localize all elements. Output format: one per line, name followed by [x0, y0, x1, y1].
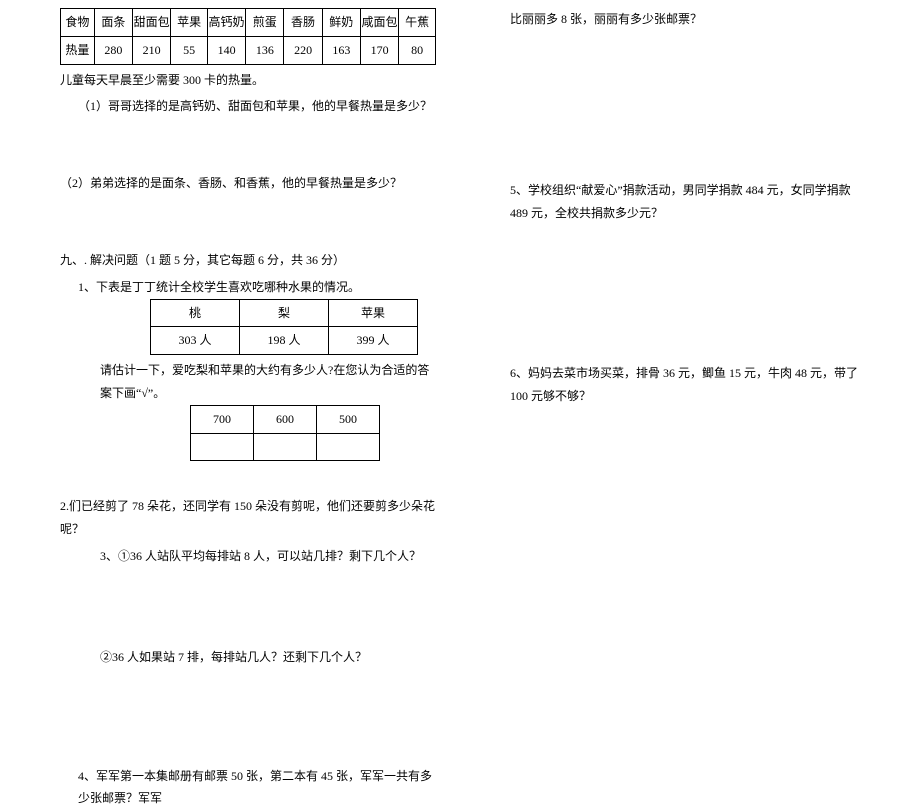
- question-4: 4、军军第一本集邮册有邮票 50 张，第二本有 45 张，军军一共有多少张邮票？…: [60, 765, 436, 810]
- estimate-table: 700 600 500: [190, 405, 380, 462]
- food-row-label: 食物: [61, 9, 95, 37]
- estimate-blank: [191, 433, 254, 461]
- food-item: 高钙奶: [207, 9, 245, 37]
- heat-value: 163: [322, 36, 360, 64]
- question-5: 5、学校组织“献爱心”捐款活动，男同学捐款 484 元，女同学捐款 489 元，…: [510, 179, 870, 225]
- heat-value: 136: [246, 36, 284, 64]
- fruit-header: 桃: [151, 299, 240, 327]
- fruit-value: 198 人: [240, 327, 329, 355]
- estimate-blank: [317, 433, 380, 461]
- question-1-intro: 1、下表是丁丁统计全校学生喜欢吃哪种水果的情况。: [60, 276, 436, 299]
- food-item: 面条: [94, 9, 132, 37]
- fruit-value: 303 人: [151, 327, 240, 355]
- question-3a: 3、①36 人站队平均每排站 8 人，可以站几排？剩下几个人？: [60, 545, 436, 568]
- question-4-cont: 比丽丽多 8 张，丽丽有多少张邮票？: [510, 8, 870, 31]
- fruit-header: 梨: [240, 299, 329, 327]
- fruit-value: 399 人: [329, 327, 418, 355]
- heat-row-label: 热量: [61, 36, 95, 64]
- food-item: 甜面包: [132, 9, 170, 37]
- heat-value: 170: [360, 36, 398, 64]
- food-item: 煎蛋: [246, 9, 284, 37]
- question-1-estimate-prompt: 请估计一下，爱吃梨和苹果的大约有多少人?在您认为合适的答案下画“√”。: [60, 359, 436, 405]
- heat-value: 220: [284, 36, 322, 64]
- estimate-blank: [254, 433, 317, 461]
- food-item: 鲜奶: [322, 9, 360, 37]
- estimate-option: 600: [254, 405, 317, 433]
- heat-value: 55: [171, 36, 208, 64]
- heat-value: 140: [207, 36, 245, 64]
- question-3b: ②36 人如果站 7 排，每排站几人？还剩下几个人？: [60, 646, 436, 669]
- food-item: 午蕉: [399, 9, 436, 37]
- question-a2: （2）弟弟选择的是面条、香肠、和香蕉，他的早餐热量是多少？: [60, 172, 436, 195]
- daily-need-text: 儿童每天早晨至少需要 300 卡的热量。: [60, 69, 436, 92]
- estimate-option: 500: [317, 405, 380, 433]
- question-a1: （1）哥哥选择的是高钙奶、甜面包和苹果，他的早餐热量是多少？: [60, 95, 436, 118]
- food-item: 香肠: [284, 9, 322, 37]
- estimate-option: 700: [191, 405, 254, 433]
- fruit-header: 苹果: [329, 299, 418, 327]
- fruit-table: 桃 梨 苹果 303 人 198 人 399 人: [150, 299, 418, 356]
- heat-value: 210: [132, 36, 170, 64]
- food-item: 苹果: [171, 9, 208, 37]
- question-2: 2.们已经剪了 78 朵花，还同学有 150 朵没有剪呢，他们还要剪多少朵花呢？: [60, 495, 436, 541]
- question-6: 6、妈妈去菜市场买菜，排骨 36 元，鲫鱼 15 元，牛肉 48 元，带了 10…: [510, 362, 870, 408]
- food-item: 咸面包: [360, 9, 398, 37]
- food-calorie-table: 食物 面条 甜面包 苹果 高钙奶 煎蛋 香肠 鲜奶 咸面包 午蕉 热量 280 …: [60, 8, 436, 65]
- heat-value: 80: [399, 36, 436, 64]
- heat-value: 280: [94, 36, 132, 64]
- section-9-title: 九、. 解决问题（1 题 5 分，其它每题 6 分，共 36 分）: [60, 249, 436, 272]
